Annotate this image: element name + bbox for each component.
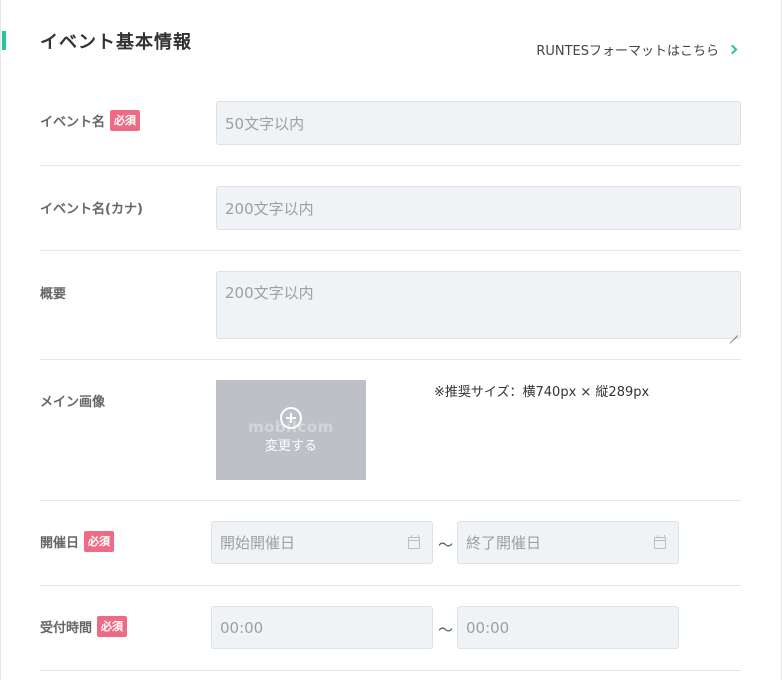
row-event-name-kana: イベント名(カナ) 200文字以内 [40, 166, 741, 251]
label-event-name-kana: イベント名(カナ) [40, 198, 143, 217]
chevron-right-icon [727, 44, 738, 55]
format-link-label: RUNTESフォーマットはこちら [536, 44, 719, 59]
event-name-kana-label: イベント名(カナ) [40, 202, 143, 217]
resize-handle-icon[interactable] [729, 327, 738, 336]
event-name-input[interactable]: 50文字以内 [216, 101, 741, 145]
end-time-input[interactable]: 00:00 [457, 606, 679, 649]
event-name-placeholder: 50文字以内 [225, 114, 305, 133]
required-badge: 必須 [84, 531, 115, 552]
left-border [0, 0, 1, 680]
event-basic-info-form: イベント基本情報 RUNTESフォーマットはこちら イベント名 必須 50文字以… [0, 0, 782, 680]
event-date-label: 開催日 [40, 536, 80, 551]
row-main-image: メイン画像 mobilcom 変更する ※推奨サイズ：横740px × 縦289… [40, 360, 741, 501]
section-accent-bar [2, 31, 6, 50]
runtes-format-link[interactable]: RUNTESフォーマットはこちら [536, 40, 738, 59]
start-date-placeholder: 開始開催日 [220, 534, 296, 552]
event-name-label: イベント名 [40, 115, 106, 130]
reception-time-label: 受付時間 [40, 621, 93, 636]
row-event-date: 開催日 必須 開始開催日 ～ 終了開催日 [40, 501, 741, 586]
event-name-kana-placeholder: 200文字以内 [225, 199, 314, 218]
end-time-placeholder: 00:00 [466, 618, 510, 637]
time-range-separator: ～ [438, 621, 454, 639]
label-event-name: イベント名 必須 [40, 110, 141, 131]
calendar-icon[interactable] [408, 535, 420, 549]
label-reception-time: 受付時間 必須 [40, 616, 128, 637]
start-time-placeholder: 00:00 [220, 618, 264, 637]
date-range-separator: ～ [438, 536, 454, 554]
event-name-kana-input[interactable]: 200文字以内 [216, 186, 741, 230]
label-main-image: メイン画像 [40, 391, 105, 410]
required-badge: 必須 [97, 616, 128, 637]
end-date-placeholder: 終了開催日 [466, 534, 542, 552]
recommended-size-note: ※推奨サイズ：横740px × 縦289px [434, 385, 650, 400]
row-event-name: イベント名 必須 50文字以内 [40, 82, 741, 166]
change-image-label: 変更する [264, 438, 317, 454]
calendar-icon[interactable] [654, 535, 666, 549]
required-badge: 必須 [110, 110, 141, 131]
row-reception-time: 受付時間 必須 00:00 ～ 00:00 [40, 586, 741, 671]
end-date-input[interactable]: 終了開催日 [457, 521, 679, 564]
start-date-input[interactable]: 開始開催日 [211, 521, 433, 564]
section-title: イベント基本情報 [40, 32, 192, 53]
summary-label: 概要 [40, 287, 67, 302]
label-event-date: 開催日 必須 [40, 531, 115, 552]
plus-circle-icon [280, 406, 302, 429]
label-summary: 概要 [40, 283, 66, 302]
main-image-upload[interactable]: mobilcom 変更する [216, 380, 366, 480]
row-summary: 概要 200文字以内 [40, 251, 741, 360]
start-time-input[interactable]: 00:00 [211, 606, 433, 649]
main-image-label: メイン画像 [40, 395, 106, 410]
summary-textarea[interactable]: 200文字以内 [216, 271, 741, 339]
summary-placeholder: 200文字以内 [225, 284, 314, 302]
